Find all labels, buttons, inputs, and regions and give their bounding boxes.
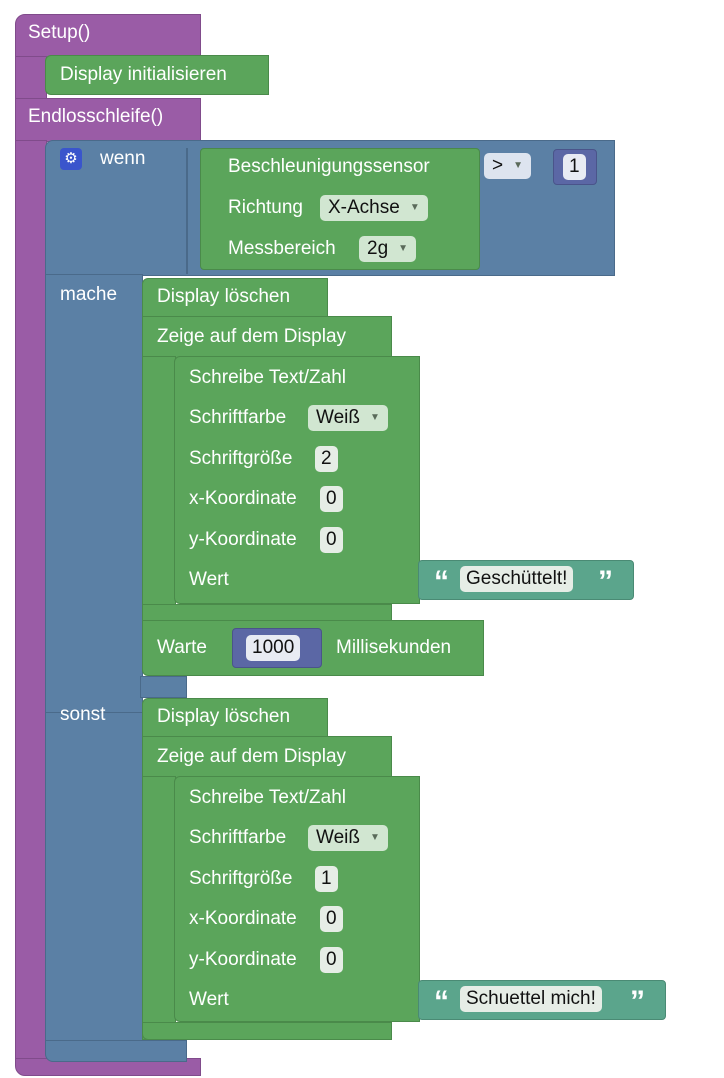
then-show-label: Zeige auf dem Display: [157, 326, 347, 347]
setup-label: Setup(): [28, 22, 91, 43]
if-wenn-label: wenn: [100, 148, 146, 169]
gear-icon[interactable]: ⚙: [60, 148, 82, 170]
dropdown-arrow-icon: ▼: [398, 243, 409, 254]
then-x-label: x-Koordinate: [189, 488, 297, 509]
if-block-spine-lower: [45, 712, 143, 1052]
dropdown-arrow-icon: ▼: [409, 202, 420, 213]
operator-dropdown[interactable]: > ▼: [484, 153, 532, 179]
quote-close-icon: ”: [630, 985, 645, 1018]
then-value-label: Wert: [189, 569, 229, 590]
compare-number-field[interactable]: 1: [563, 154, 586, 180]
setup-spine: [15, 56, 47, 100]
if-block-bottom: [45, 1040, 187, 1062]
dropdown-arrow-icon: ▼: [369, 412, 380, 423]
loop-spine: [15, 140, 47, 1062]
else-text-field[interactable]: Schuettel mich!: [460, 986, 602, 1012]
condition-socket: [186, 148, 188, 274]
sensor-label: Beschleunigungssensor: [228, 156, 430, 177]
range-label: Messbereich: [228, 238, 336, 259]
wait-number-field[interactable]: 1000: [246, 635, 301, 661]
else-y-label: y-Koordinate: [189, 949, 297, 970]
then-y-label: y-Koordinate: [189, 529, 297, 550]
wait-unit-label: Millisekunden: [336, 637, 452, 658]
if-sonst-label: sonst: [60, 704, 106, 725]
if-block-spine: [45, 274, 143, 714]
else-show-bottom: [142, 1022, 392, 1040]
else-size-label: Schriftgröße: [189, 868, 293, 889]
quote-open-icon: “: [434, 985, 449, 1018]
else-write-text-block[interactable]: [174, 776, 420, 1022]
else-write-title: Schreibe Text/Zahl: [189, 787, 347, 808]
quote-close-icon: ”: [598, 565, 613, 598]
then-x-field[interactable]: 0: [320, 486, 343, 512]
else-show-spine: [142, 776, 176, 1040]
then-color-label: Schriftfarbe: [189, 407, 287, 428]
then-text-field[interactable]: Geschüttelt!: [460, 566, 574, 592]
if-mache-label: mache: [60, 284, 118, 305]
else-x-label: x-Koordinate: [189, 908, 297, 929]
else-show-label: Zeige auf dem Display: [157, 746, 347, 767]
wait-label: Warte: [157, 637, 207, 658]
else-value-label: Wert: [189, 989, 229, 1010]
direction-dropdown[interactable]: X-Achse ▼: [320, 195, 428, 221]
range-dropdown[interactable]: 2g ▼: [359, 236, 417, 262]
if-block-mid: [140, 676, 187, 698]
else-size-field[interactable]: 1: [315, 866, 338, 892]
display-init-label: Display initialisieren: [60, 64, 227, 85]
then-y-field[interactable]: 0: [320, 527, 343, 553]
direction-label: Richtung: [228, 197, 303, 218]
else-color-label: Schriftfarbe: [189, 827, 287, 848]
then-color-dropdown[interactable]: Weiß ▼: [308, 405, 388, 431]
else-color-dropdown[interactable]: Weiß ▼: [308, 825, 388, 851]
else-clear-label: Display löschen: [157, 706, 291, 727]
then-write-title: Schreibe Text/Zahl: [189, 367, 347, 388]
then-clear-label: Display löschen: [157, 286, 291, 307]
loop-label: Endlosschleife(): [28, 106, 164, 127]
else-y-field[interactable]: 0: [320, 947, 343, 973]
then-write-text-block[interactable]: [174, 356, 420, 604]
quote-open-icon: “: [434, 565, 449, 598]
then-show-spine: [142, 356, 176, 622]
then-size-label: Schriftgröße: [189, 448, 293, 469]
dropdown-arrow-icon: ▼: [513, 160, 524, 171]
then-size-field[interactable]: 2: [315, 446, 338, 472]
dropdown-arrow-icon: ▼: [369, 832, 380, 843]
else-x-field[interactable]: 0: [320, 906, 343, 932]
